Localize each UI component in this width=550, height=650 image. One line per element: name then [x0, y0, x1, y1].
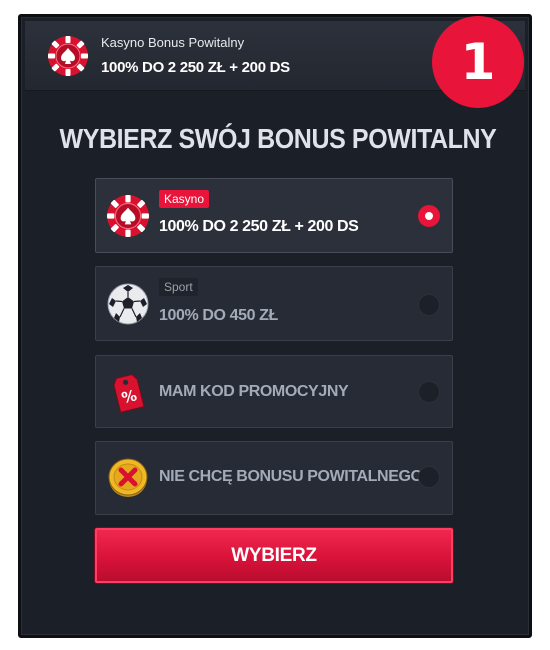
option-label: MAM KOD PROMOCYJNY [159, 383, 349, 400]
sport-tag: Sport [159, 278, 198, 296]
radio-unselected[interactable] [418, 466, 440, 488]
option-label: 100% DO 450 ZŁ [159, 307, 278, 324]
soccer-ball-icon [107, 283, 149, 325]
header-offer: 100% DO 2 250 ZŁ + 200 DS [101, 59, 290, 76]
option-label: NIE CHCĘ BONUSU POWITALNEGO [159, 468, 423, 485]
promo-tag-icon: % [113, 373, 145, 413]
header-subtitle: Kasyno Bonus Powitalny [101, 35, 245, 50]
option-label: 100% DO 2 250 ZŁ + 200 DS [159, 218, 359, 235]
radio-unselected[interactable] [418, 294, 440, 316]
option-promo-code[interactable]: % MAM KOD PROMOCYJNY [95, 355, 453, 428]
radio-selected[interactable] [418, 205, 440, 227]
page-title: WYBIERZ SWÓJ BONUS POWITALNY [59, 123, 497, 155]
step-number-badge: 1 [432, 16, 524, 108]
casino-chip-icon [107, 195, 149, 237]
option-casino-bonus[interactable]: Kasyno 100% DO 2 250 ZŁ + 200 DS [95, 178, 453, 253]
casino-tag: Kasyno [159, 190, 210, 208]
radio-unselected[interactable] [418, 381, 440, 403]
choose-button[interactable]: WYBIERZ [95, 528, 453, 583]
option-no-bonus[interactable]: NIE CHCĘ BONUSU POWITALNEGO [95, 441, 453, 515]
no-bonus-coin-icon [108, 458, 148, 497]
casino-chip-icon [48, 36, 88, 76]
option-sport-bonus[interactable]: Sport 100% DO 450 ZŁ [95, 266, 453, 341]
